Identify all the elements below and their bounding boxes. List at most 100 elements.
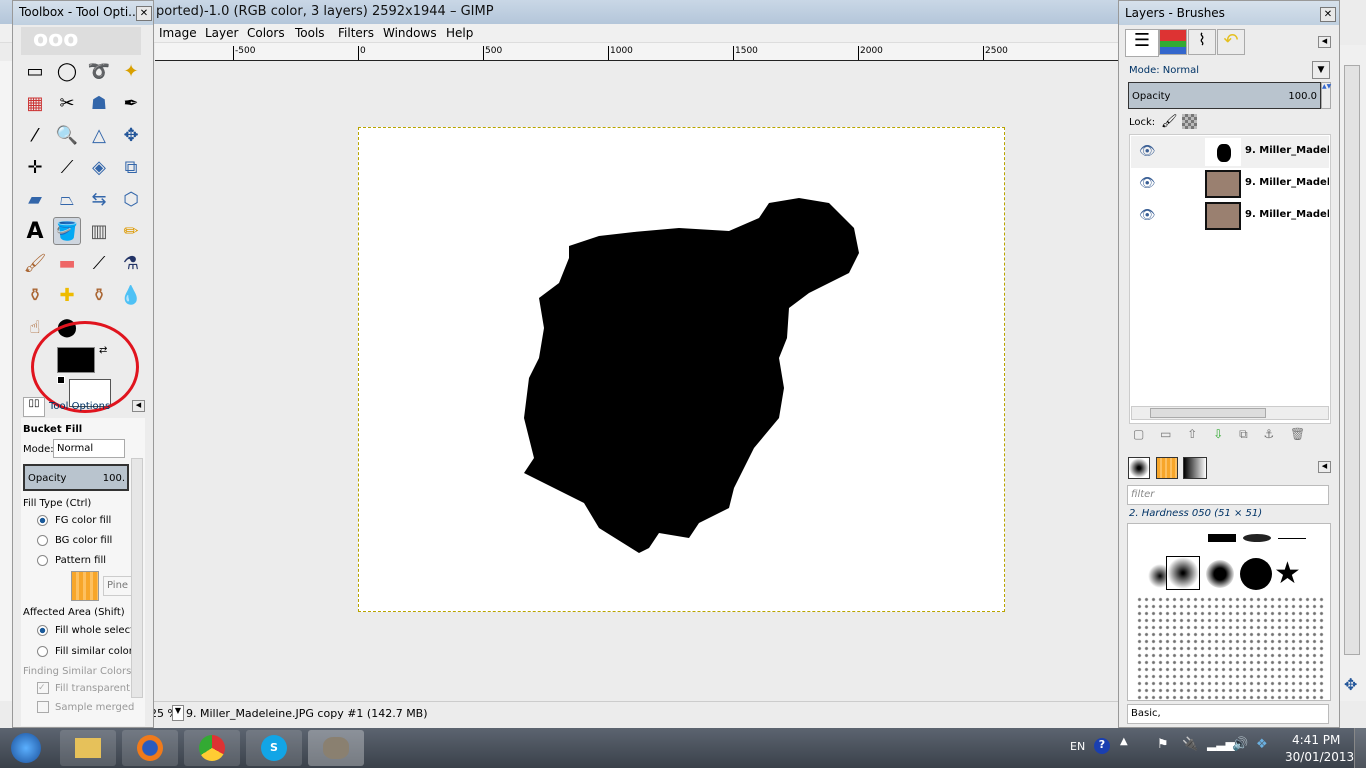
eye-icon[interactable]: 👁 [1139, 208, 1156, 223]
fg-fill-radio[interactable] [37, 515, 48, 526]
tool-options-scrollbar[interactable] [131, 458, 143, 698]
select-by-color-icon[interactable]: ▦ [21, 89, 49, 117]
menu-image[interactable]: Image [159, 26, 197, 40]
volume-icon[interactable]: 🔊 [1232, 737, 1248, 752]
ellipse-select-icon[interactable]: ◯ [53, 57, 81, 85]
mode-dropdown[interactable]: Normal [53, 439, 125, 458]
panel-menu-icon[interactable]: ◀ [1318, 36, 1331, 48]
opacity-spinner[interactable]: ▲▼ [1321, 82, 1331, 109]
brush-grid[interactable]: ★ [1127, 523, 1331, 701]
airbrush-icon[interactable]: ⟋ [85, 249, 113, 277]
menu-windows[interactable]: Windows [383, 26, 437, 40]
pattern-fill-radio[interactable] [37, 555, 48, 566]
eye-icon[interactable]: 👁 [1139, 144, 1156, 159]
panel-menu-icon[interactable]: ◀ [132, 400, 145, 412]
tab-layers-icon[interactable]: ☰ [1125, 29, 1159, 57]
power-icon[interactable]: 🔌 [1182, 737, 1198, 752]
tab-brushes-icon[interactable] [1128, 457, 1150, 479]
color-picker-icon[interactable]: ⁄ [21, 121, 49, 149]
pattern-name[interactable]: Pine [103, 576, 133, 596]
show-hidden-icons-icon[interactable]: ▲ [1120, 736, 1128, 747]
menu-colors[interactable]: Colors [247, 26, 285, 40]
brush-filter-input[interactable]: filter [1127, 485, 1329, 505]
clock-time[interactable]: 4:41 PM [1292, 733, 1340, 747]
layer-name[interactable]: 9. Miller_Madeleine [1245, 177, 1329, 188]
shear-icon[interactable]: ▰ [21, 185, 49, 213]
tab-undo-history-icon[interactable]: ↶ [1217, 29, 1245, 55]
tool-options-tab-icon[interactable]: ▯▯ [23, 397, 45, 417]
menu-tools[interactable]: Tools [295, 26, 325, 40]
canvas-v-scrollbar[interactable]: ✥ [1340, 45, 1366, 701]
layer-opacity-slider[interactable]: Opacity 100.0 [1128, 82, 1321, 109]
menu-filters[interactable]: Filters [338, 26, 374, 40]
navigate-icon[interactable]: ✥ [1344, 675, 1357, 694]
layer-action-buttons[interactable]: ▢ ▭ ⇧ ⇩ ⧉ ⚓ 🗑 [1133, 427, 1333, 443]
eraser-icon[interactable]: ▬ [53, 249, 81, 277]
mode-dropdown-icon[interactable]: ▼ [1312, 61, 1330, 79]
layers-h-scrollbar[interactable] [1131, 406, 1329, 420]
firefox-taskbar-icon[interactable] [122, 730, 178, 766]
scale-icon[interactable]: ⧉ [117, 153, 145, 181]
rect-select-icon[interactable]: ▭ [21, 57, 49, 85]
layer-row[interactable]: 👁 9. Miller_Madeleine [1131, 168, 1329, 200]
crop-icon[interactable]: ⟋ [53, 153, 81, 181]
fill-selection-radio[interactable] [37, 625, 48, 636]
flip-icon[interactable]: ⇆ [85, 185, 113, 213]
scissors-icon[interactable]: ✂ [53, 89, 81, 117]
ink-icon[interactable]: ⚗ [117, 249, 145, 277]
foreground-select-icon[interactable]: ☗ [85, 89, 113, 117]
pattern-swatch[interactable] [71, 571, 99, 601]
fill-similar-radio[interactable] [37, 646, 48, 657]
layer-name[interactable]: 9. Miller_Madeleine [1245, 209, 1329, 220]
dropbox-icon[interactable]: ❖ [1256, 737, 1268, 752]
network-signal-icon[interactable]: ▂▃▅ [1207, 737, 1235, 751]
free-select-icon[interactable]: ➰ [85, 57, 113, 85]
help-icon[interactable]: ? [1094, 738, 1110, 754]
close-icon[interactable]: ✕ [1320, 7, 1336, 22]
menu-help[interactable]: Help [446, 26, 473, 40]
cage-transform-icon[interactable]: ⬡ [117, 185, 145, 213]
language-indicator[interactable]: EN [1070, 740, 1085, 753]
sample-merged-checkbox[interactable] [37, 701, 49, 713]
menu-layer[interactable]: Layer [205, 26, 238, 40]
gimp-taskbar-icon[interactable] [308, 730, 364, 766]
fill-transparent-checkbox[interactable]: ✓ [37, 682, 49, 694]
image-canvas[interactable] [358, 127, 1005, 612]
align-icon[interactable]: ✛ [21, 153, 49, 181]
opacity-slider[interactable]: Opacity 100. [23, 464, 129, 491]
layer-row[interactable]: 👁 9. Miller_Madeleine [1131, 136, 1329, 168]
action-center-flag-icon[interactable]: ⚑ [1157, 737, 1169, 752]
perspective-clone-icon[interactable]: ⚱ [85, 281, 113, 309]
paths-icon[interactable]: ✒ [117, 89, 145, 117]
fuzzy-select-icon[interactable]: ✦ [117, 57, 145, 85]
brush-tag-input[interactable]: Basic, [1127, 704, 1329, 724]
layer-name[interactable]: 9. Miller_Madeleine [1245, 145, 1329, 156]
text-tool-icon[interactable]: A [21, 217, 49, 245]
lock-pixels-icon[interactable]: 🖌 [1161, 114, 1178, 129]
show-desktop-button[interactable] [1354, 728, 1366, 768]
heal-icon[interactable]: ✚ [53, 281, 81, 309]
zoom-icon[interactable]: 🔍 [53, 121, 81, 149]
tab-channels-icon[interactable] [1159, 29, 1187, 55]
tab-tool-options[interactable]: Tool Options [49, 401, 110, 412]
paintbrush-icon[interactable]: 🖌 [21, 249, 49, 277]
close-icon[interactable]: ✕ [136, 6, 152, 21]
pencil-icon[interactable]: ✏ [117, 217, 145, 245]
zoom-dropdown-icon[interactable]: ▼ [172, 705, 184, 721]
blend-icon[interactable]: ▥ [85, 217, 113, 245]
chrome-taskbar-icon[interactable] [184, 730, 240, 766]
layer-row[interactable]: 👁 9. Miller_Madeleine [1131, 200, 1329, 232]
lock-alpha-icon[interactable] [1182, 114, 1197, 129]
clock-date[interactable]: 30/01/2013 [1285, 750, 1354, 764]
tab-paths-icon[interactable]: ⌇ [1188, 29, 1216, 55]
perspective-icon[interactable]: ⏢ [53, 185, 81, 213]
eye-icon[interactable]: 👁 [1139, 176, 1156, 191]
explorer-taskbar-icon[interactable] [60, 730, 116, 766]
move-icon[interactable]: ✥ [117, 121, 145, 149]
blur-icon[interactable]: 💧 [117, 281, 145, 309]
selected-brush[interactable] [1166, 556, 1200, 590]
start-button[interactable] [4, 730, 48, 766]
tab-gradients-icon[interactable] [1183, 457, 1207, 479]
skype-taskbar-icon[interactable]: S [246, 730, 302, 766]
rotate-icon[interactable]: ◈ [85, 153, 113, 181]
